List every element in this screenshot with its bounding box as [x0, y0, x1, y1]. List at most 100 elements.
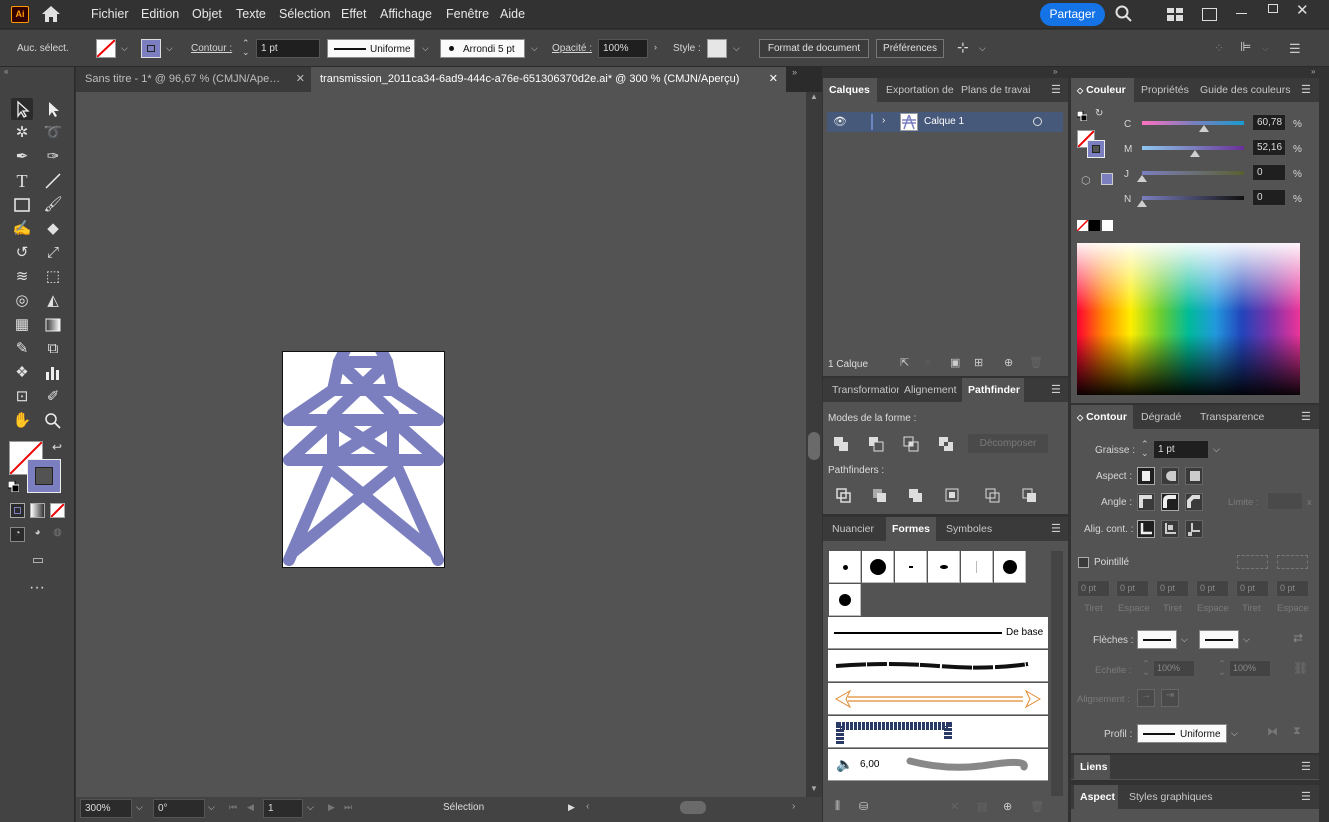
- export-icon[interactable]: ⇱: [900, 356, 909, 369]
- screen-mode-icon[interactable]: ▭: [27, 552, 49, 567]
- chevron-down-icon[interactable]: ⌵: [121, 43, 128, 54]
- brush-swatch[interactable]: [961, 551, 993, 583]
- hand-tool-icon[interactable]: ✋: [11, 410, 33, 432]
- menu-fichier[interactable]: Fichier: [91, 7, 129, 21]
- merge-icon[interactable]: [908, 488, 926, 504]
- cyan-slider-thumb[interactable]: [1198, 125, 1209, 132]
- menu-affichage[interactable]: Affichage: [380, 7, 432, 21]
- crop-icon[interactable]: [945, 488, 963, 504]
- dashed-label[interactable]: Pointillé: [1094, 557, 1129, 568]
- delete-layer-icon[interactable]: 🗑: [1029, 356, 1043, 369]
- scroll-left-icon[interactable]: ‹: [586, 801, 589, 812]
- divide-icon[interactable]: [836, 488, 854, 504]
- white-swatch-small[interactable]: [1102, 220, 1113, 231]
- magenta-slider-thumb[interactable]: [1190, 150, 1201, 157]
- swap-arrows-icon[interactable]: ⇄: [1293, 631, 1303, 645]
- panel-menu-icon[interactable]: ☰: [1051, 524, 1063, 535]
- workspace-icon[interactable]: [1167, 8, 1183, 21]
- tab-nuancier[interactable]: Nuancier: [826, 517, 884, 541]
- miter-join-icon[interactable]: [1137, 493, 1155, 511]
- collapse-arrows-icon[interactable]: ◇: [1077, 413, 1083, 422]
- close-icon[interactable]: ✕: [1296, 1, 1309, 19]
- opacity-field[interactable]: 100%: [598, 39, 648, 58]
- gap-3-field[interactable]: 0 pt: [1276, 580, 1309, 597]
- document-format-button[interactable]: Format de document: [759, 39, 869, 58]
- end-arrow-select[interactable]: [1199, 630, 1239, 649]
- selection-tool-icon[interactable]: [11, 98, 33, 120]
- draw-behind-icon[interactable]: ◕: [30, 527, 45, 542]
- layer-row[interactable]: 👁 › Calque 1: [827, 112, 1063, 132]
- gradient-tool-icon[interactable]: [42, 314, 64, 336]
- fill-swatch-none[interactable]: [96, 39, 116, 58]
- share-button[interactable]: Partager: [1040, 3, 1105, 26]
- tabs-overflow-icon[interactable]: »: [792, 67, 797, 77]
- yellow-slider-thumb[interactable]: [1137, 175, 1147, 182]
- tab-aspect[interactable]: Aspect: [1074, 785, 1118, 809]
- panel-menu-icon[interactable]: ☰: [1301, 762, 1313, 773]
- tab-degrade[interactable]: Dégradé: [1135, 405, 1190, 429]
- zoom-field[interactable]: 300%: [80, 799, 132, 818]
- outline-icon[interactable]: [985, 488, 1003, 504]
- perspective-grid-icon[interactable]: ◭: [42, 290, 64, 312]
- column-graph-icon[interactable]: [42, 362, 64, 384]
- panel-menu-icon[interactable]: ☰: [1301, 412, 1313, 423]
- scroll-up-icon[interactable]: ▲: [810, 92, 818, 101]
- align-inside-icon[interactable]: [1161, 520, 1179, 538]
- chevron-down-icon[interactable]: ⌵: [307, 802, 314, 813]
- tools-collapse-icon[interactable]: «: [4, 67, 8, 76]
- last-artboard-icon[interactable]: ⏭: [344, 802, 352, 813]
- panel-menu-icon[interactable]: ☰: [1301, 85, 1313, 96]
- new-sublayer-icon[interactable]: ⊞: [974, 356, 983, 369]
- expand-layer-icon[interactable]: ›: [882, 115, 885, 126]
- menu-edition[interactable]: Edition: [141, 7, 179, 21]
- swap-icon[interactable]: ↻: [1095, 108, 1103, 119]
- bevel-join-icon[interactable]: [1185, 493, 1203, 511]
- grid-dots-icon[interactable]: ⁘: [1214, 41, 1224, 55]
- brush-import-icon[interactable]: ⛁: [859, 800, 868, 813]
- pen-tool-icon[interactable]: ✒: [11, 146, 33, 168]
- draw-inside-icon[interactable]: ◍: [50, 527, 65, 542]
- scale-stepper-icon[interactable]: ⌃ ⌄: [1218, 660, 1226, 678]
- align-outside-icon[interactable]: [1185, 520, 1203, 538]
- start-scale-field[interactable]: 100%: [1153, 660, 1195, 677]
- shape-builder-icon[interactable]: ◎: [11, 290, 33, 312]
- remove-stroke-icon[interactable]: ✕: [950, 800, 959, 813]
- close-tab-icon[interactable]: ✕: [296, 67, 305, 92]
- chevron-down-icon[interactable]: ⌵: [733, 43, 740, 54]
- brush-pattern-row[interactable]: [828, 716, 1048, 748]
- brush-swatch[interactable]: [895, 551, 927, 583]
- minimize-icon[interactable]: [1236, 13, 1247, 14]
- dash-2-field[interactable]: 0 pt: [1156, 580, 1189, 597]
- align-icon[interactable]: ⊫: [1240, 39, 1251, 55]
- arrow-tip-place-icon[interactable]: ⇥: [1161, 689, 1179, 707]
- panel-menu-icon[interactable]: ☰: [1301, 792, 1313, 803]
- tab-plans-de-travail[interactable]: Plans de travail: [955, 78, 1031, 102]
- layer-name[interactable]: Calque 1: [924, 116, 964, 127]
- artboard[interactable]: [282, 351, 445, 568]
- scale-tool-icon[interactable]: ⤢: [42, 242, 64, 264]
- rectangle-tool-icon[interactable]: [11, 194, 33, 216]
- prev-artboard-icon[interactable]: ◀: [247, 802, 254, 813]
- gap-2-field[interactable]: 0 pt: [1196, 580, 1229, 597]
- chevron-down-icon[interactable]: ⌵: [422, 43, 429, 54]
- stroke-swatch[interactable]: [141, 39, 161, 58]
- clipping-mask-icon[interactable]: ▣: [950, 356, 960, 369]
- chevron-down-icon[interactable]: ⌵: [208, 802, 215, 813]
- panel-collapse-icon[interactable]: »: [1311, 67, 1315, 76]
- brush-select[interactable]: Arrondi 5 pt: [440, 39, 525, 58]
- cyan-slider[interactable]: [1142, 121, 1244, 125]
- type-tool-icon[interactable]: T: [11, 170, 33, 192]
- brush-charcoal-row[interactable]: [828, 650, 1048, 682]
- artboard-number-field[interactable]: 1: [263, 799, 303, 818]
- projecting-cap-icon[interactable]: [1185, 467, 1203, 485]
- butt-cap-icon[interactable]: [1137, 467, 1155, 485]
- black-slider-thumb[interactable]: [1137, 200, 1147, 207]
- control-menu-icon[interactable]: ☰: [1289, 41, 1301, 57]
- menu-effet[interactable]: Effet: [341, 7, 366, 21]
- slice-tool-icon[interactable]: ✐: [42, 386, 64, 408]
- start-arrow-select[interactable]: [1137, 630, 1177, 649]
- close-tab-icon[interactable]: ✕: [769, 67, 778, 92]
- collapse-arrows-icon[interactable]: ◇: [1077, 86, 1083, 95]
- menu-fenetre[interactable]: Fenêtre: [446, 7, 489, 21]
- symbol-sprayer-icon[interactable]: ❖: [11, 362, 33, 384]
